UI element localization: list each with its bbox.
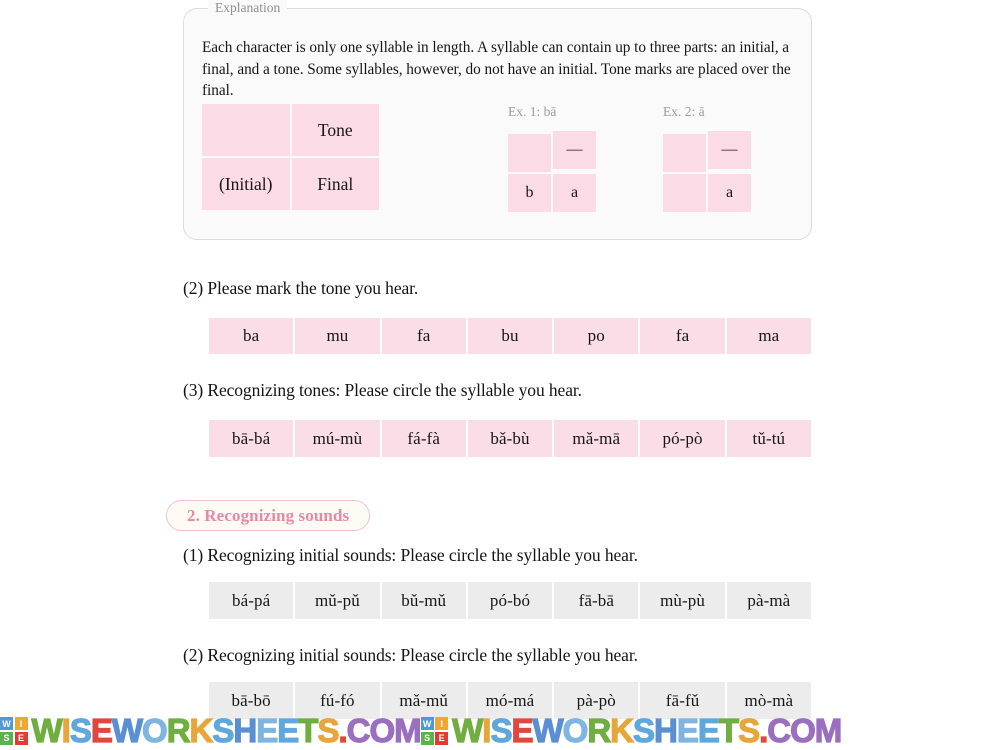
syllable-cell[interactable]: mù-pù [640,582,725,619]
example-1-cell-final: a [553,174,596,212]
watermark-text: WISEWORKSHEETS.COM [452,712,843,748]
logo-tile: S [0,731,13,745]
syllable-cell[interactable]: mu [295,318,380,354]
syllable-cell[interactable]: ba [209,318,294,354]
syllable-cell[interactable]: pó-pò [640,420,725,457]
section-badge-label: 2. Recognizing sounds [187,505,350,525]
question-prompt-initial-sounds-1: (1) Recognizing initial sounds: Please c… [183,545,638,565]
section-badge-recognizing-sounds: 2. Recognizing sounds [166,500,371,531]
logo-tile: E [14,731,28,745]
worksheet-page: { "explanation": { "legend": "Explanatio… [0,0,1000,750]
question-prompt-initial-sounds-2: (2) Recognizing initial sounds: Please c… [183,645,638,665]
logo-tile: I [14,717,28,731]
example-2-label: Ex. 2: ā [663,104,705,119]
syllable-cell[interactable]: bá-pá [209,582,294,619]
syllable-cell[interactable]: mǔ-pǔ [295,582,380,619]
syllable-cell[interactable]: fā-bā [554,582,639,619]
example-2-cell-tone: — [708,131,751,169]
syllable-cell[interactable]: mǎ-mǔ [381,682,466,719]
structure-cell-initial: (Initial) [202,158,290,210]
question-prompt-recognizing-tones: (3) Recognizing tones: Please circle the… [183,380,582,400]
syllable-cell[interactable]: mǎ-mā [554,420,639,457]
syllable-cell[interactable]: pà-pò [554,682,639,719]
syllable-cell[interactable]: bǔ-mǔ [381,582,466,619]
explanation-body-text: Each character is only one syllable in l… [202,39,791,99]
logo-tile: S [420,731,434,745]
example-1-cell-empty [508,134,551,172]
example-1-table: — b a [508,131,596,212]
syllable-cell[interactable]: bā-bō [209,682,294,719]
example-2-cell-final: a [708,174,751,212]
syllable-cell[interactable]: po [554,318,639,354]
syllable-cell[interactable]: fā-fǔ [640,682,725,719]
syllable-cell[interactable]: bu [467,318,553,354]
syllable-cell[interactable]: bā-bá [209,420,294,457]
watermark-text: WISEWORKSHEETS.COM [31,712,422,748]
syllable-cell[interactable]: fa [640,318,725,354]
example-2-table: — a [663,131,751,212]
syllable-structure-table: Tone (Initial) Final [202,104,379,210]
syllable-cell[interactable]: mò-mà [726,682,811,719]
syllable-cell[interactable]: mú-mù [295,420,380,457]
example-1-cell-initial: b [508,174,551,212]
syllable-cell[interactable]: bǎ-bù [467,420,553,457]
question-prompt-mark-tone: (2) Please mark the tone you hear. [183,278,419,298]
syllable-row-mark-tone: ba mu fa bu po fa ma [209,318,811,354]
syllable-row-initial-sounds-2: bā-bō fú-fó mǎ-mǔ mó-má pà-pò fā-fǔ mò-m… [209,682,811,719]
watermark-unit: W I S E WISEWORKSHEETS.COM [420,712,843,748]
example-1-cell-tone: — [553,131,596,169]
example-2-cell-initial [663,174,706,212]
example-2-cell-empty [663,134,706,172]
structure-cell-tone: Tone [291,104,379,156]
syllable-cell[interactable]: fá-fà [381,420,466,457]
syllable-cell[interactable]: pó-bó [467,582,553,619]
syllable-cell[interactable]: pà-mà [726,582,811,619]
syllable-cell[interactable]: fa [381,318,466,354]
logo-tile: W [420,717,434,731]
syllable-cell[interactable]: mó-má [467,682,553,719]
syllable-row-recognizing-tones: bā-bá mú-mù fá-fà bǎ-bù mǎ-mā pó-pò tǔ-t… [209,420,811,457]
logo-tile: I [435,717,449,731]
syllable-cell[interactable]: tǔ-tú [726,420,811,457]
watermark-unit: W I S E WISEWORKSHEETS.COM [0,712,422,748]
example-1-label: Ex. 1: bā [508,104,557,119]
structure-cell-empty [202,104,290,156]
syllable-cell[interactable]: fú-fó [295,682,380,719]
structure-cell-final: Final [291,158,379,210]
wiseworksheets-logo-icon: WISE [0,717,28,745]
syllable-cell[interactable]: ma [726,318,811,354]
wiseworksheets-logo-icon: WISE [420,717,449,745]
logo-tile: W [0,717,13,731]
syllable-row-initial-sounds-1: bá-pá mǔ-pǔ bǔ-mǔ pó-bó fā-bā mù-pù pà-m… [209,582,811,619]
explanation-legend: Explanation [208,0,288,17]
logo-tile: E [435,731,449,745]
